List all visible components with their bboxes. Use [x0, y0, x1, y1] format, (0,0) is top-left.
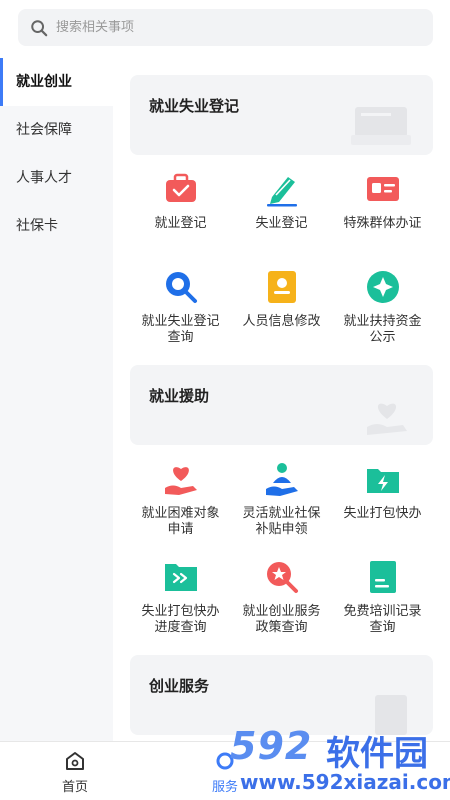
- section-grid-registration: 就业登记 失业登记 特殊群体办证 就业失业登记查询 人员信息修改 就业扶持资金公…: [130, 155, 433, 351]
- service-label: 失业打包快办进度查询: [141, 604, 220, 635]
- service-label: 就业登记: [154, 216, 207, 231]
- star-badge-icon: [366, 271, 399, 303]
- tab-home[interactable]: 首页: [35, 750, 115, 795]
- service-label: 就业困难对象申请: [141, 506, 220, 537]
- service-employment-registration[interactable]: 就业登记: [130, 155, 231, 253]
- heart-hand-illustration-icon: [367, 403, 407, 435]
- sidebar-item-social-card[interactable]: 社保卡: [0, 202, 113, 250]
- search-bar-container: [0, 0, 450, 58]
- section-header-assistance: 就业援助: [130, 365, 433, 445]
- category-sidebar: 就业创业 社会保障 人事人才 社保卡: [0, 58, 113, 741]
- service-icon: [216, 752, 234, 770]
- section-title: 就业失业登记: [149, 97, 240, 115]
- search-input[interactable]: [56, 20, 396, 35]
- briefcase-icon: [165, 173, 196, 202]
- laptop-illustration-icon: [351, 107, 411, 145]
- document-icon: [369, 561, 396, 593]
- service-quick-progress-query[interactable]: 失业打包快办进度查询: [130, 543, 231, 641]
- service-label: 失业登记: [255, 216, 308, 231]
- tab-service-label: 服务: [211, 780, 238, 795]
- service-label: 人员信息修改: [242, 314, 321, 329]
- service-label: 灵活就业社保补贴申领: [242, 506, 321, 537]
- service-special-group-certificate[interactable]: 特殊群体办证: [332, 155, 433, 253]
- service-policy-query[interactable]: 就业创业服务政策查询: [231, 543, 332, 641]
- person-card-icon: [267, 271, 296, 303]
- service-label: 就业创业服务政策查询: [242, 604, 321, 635]
- section-title: 创业服务: [149, 677, 210, 695]
- service-unemployment-registration[interactable]: 失业登记: [231, 155, 332, 253]
- service-label: 失业打包快办: [343, 506, 422, 521]
- service-label: 特殊群体办证: [343, 216, 422, 231]
- service-label: 免费培训记录查询: [343, 604, 422, 635]
- service-support-fund-notice[interactable]: 就业扶持资金公示: [332, 253, 433, 351]
- service-flexible-subsidy[interactable]: 灵活就业社保补贴申领: [231, 445, 332, 543]
- magnifier-icon: [165, 272, 197, 303]
- service-personal-info-edit[interactable]: 人员信息修改: [231, 253, 332, 351]
- person-hand-icon: [265, 463, 298, 496]
- service-training-record-query[interactable]: 免费培训记录查询: [332, 543, 433, 641]
- search-bar[interactable]: [18, 9, 433, 46]
- folder-bolt-icon: [366, 469, 399, 493]
- service-unemployment-quick[interactable]: 失业打包快办: [332, 445, 433, 543]
- service-registration-query[interactable]: 就业失业登记查询: [130, 253, 231, 351]
- star-search-icon: [266, 562, 298, 593]
- sidebar-item-social-security[interactable]: 社会保障: [0, 106, 113, 154]
- sidebar-item-personnel[interactable]: 人事人才: [0, 154, 113, 202]
- id-card-icon: [366, 177, 399, 201]
- section-header-registration: 就业失业登记: [130, 75, 433, 155]
- document-illustration-icon: [375, 695, 407, 735]
- tab-service[interactable]: 服务: [185, 750, 265, 795]
- service-content: 就业失业登记 就业登记 失业登记 特殊群体办证 就业失业登记查询 人员信息修改 …: [113, 58, 450, 741]
- service-label: 就业扶持资金公示: [343, 314, 422, 345]
- service-difficulty-application[interactable]: 就业困难对象申请: [130, 445, 231, 543]
- heart-hand-icon: [164, 467, 197, 495]
- section-grid-assistance: 就业困难对象申请 灵活就业社保补贴申领 失业打包快办 失业打包快办进度查询 就业…: [130, 445, 433, 641]
- folder-arrow-icon: [164, 564, 197, 591]
- service-label: 就业失业登记查询: [141, 314, 220, 345]
- bottom-tab-bar: 首页 服务: [0, 741, 450, 800]
- home-icon: [66, 752, 84, 770]
- pen-icon: [266, 177, 297, 207]
- section-header-entrepreneurship: 创业服务: [130, 655, 433, 735]
- section-title: 就业援助: [149, 387, 210, 405]
- sidebar-item-employment[interactable]: 就业创业: [0, 58, 113, 106]
- search-icon: [31, 19, 48, 36]
- tab-home-label: 首页: [61, 780, 88, 795]
